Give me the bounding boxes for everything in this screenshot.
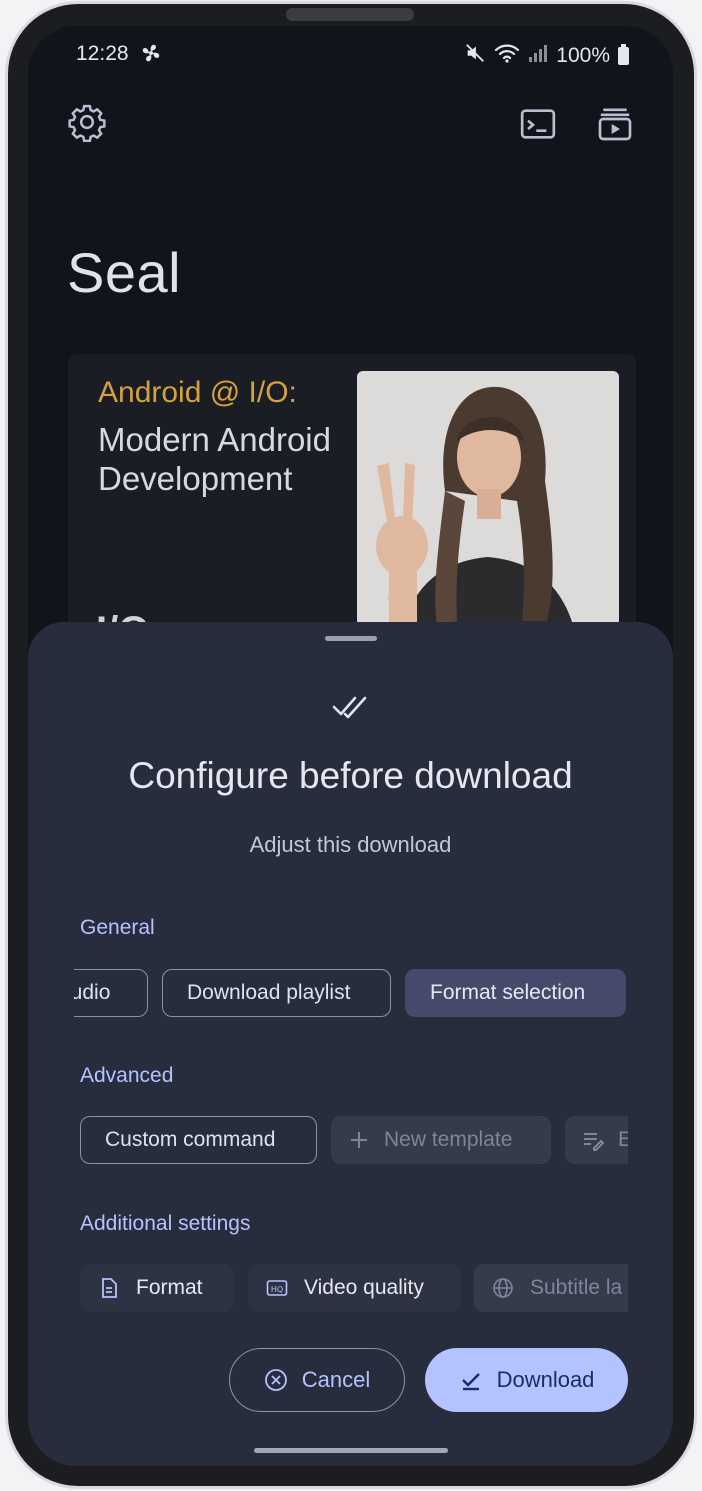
wifi-icon [494, 42, 520, 70]
plus-icon [348, 1129, 370, 1151]
section-general: General [80, 916, 155, 939]
download-button[interactable]: Download [425, 1348, 628, 1412]
gesture-nav-bar[interactable] [254, 1448, 448, 1453]
presenter-photo [357, 371, 619, 651]
sheet-subtitle: Adjust this download [249, 832, 452, 857]
video-thumbnail-card[interactable]: Android @ I/O: Modern Android Developmen… [68, 354, 636, 654]
sheet-drag-handle[interactable] [325, 636, 377, 641]
section-advanced: Advanced [80, 1064, 174, 1087]
double-check-icon [330, 690, 372, 722]
phone-speaker [286, 8, 414, 21]
chip-format[interactable]: Format [80, 1264, 234, 1312]
chip-video-quality[interactable]: HQ Video quality [248, 1264, 461, 1312]
hq-icon: HQ [266, 1277, 288, 1299]
chip-edit-templates[interactable]: E [565, 1116, 628, 1164]
chip-extract-audio[interactable]: audio [74, 969, 148, 1017]
app-title: Seal [67, 241, 182, 304]
status-time: 12:28 [76, 42, 129, 65]
chip-custom-command[interactable]: Custom command [80, 1116, 317, 1164]
status-bar: 12:28 100% [28, 26, 673, 82]
battery-icon [618, 44, 629, 65]
signal-icon [528, 43, 548, 69]
video-card-headline: Modern Android Development [98, 421, 331, 497]
video-card-label: Android @ I/O: [98, 376, 297, 409]
fan-icon [140, 42, 162, 70]
cancel-button[interactable]: Cancel [229, 1348, 405, 1412]
sheet-title: Configure before download [128, 755, 573, 796]
status-indicators: 100% [464, 42, 629, 70]
terminal-icon[interactable] [518, 104, 558, 144]
svg-text:HQ: HQ [271, 1285, 283, 1294]
phone-screen: 12:28 100% Seal Android @ I/O: Modern An… [28, 26, 673, 1466]
playlist-icon[interactable] [595, 104, 635, 144]
chip-download-playlist[interactable]: Download playlist [162, 969, 391, 1017]
cancel-circle-icon [264, 1368, 288, 1392]
general-chip-row[interactable]: audio Download playlist Format selection [74, 969, 628, 1025]
chip-format-selection[interactable]: Format selection [405, 969, 626, 1017]
edit-list-icon [582, 1129, 605, 1151]
additional-chip-row[interactable]: Format HQ Video quality Subtitle la [74, 1264, 628, 1320]
file-icon [98, 1277, 120, 1299]
mute-icon [464, 42, 486, 70]
globe-icon [492, 1277, 514, 1299]
download-config-sheet: Configure before download Adjust this do… [28, 622, 673, 1466]
chip-subtitle-language[interactable]: Subtitle la [474, 1264, 628, 1312]
battery-percent: 100% [556, 44, 610, 67]
advanced-chip-row[interactable]: Custom command New template E [74, 1116, 628, 1172]
gear-icon[interactable] [67, 102, 107, 143]
chip-new-template[interactable]: New template [331, 1116, 551, 1164]
section-additional-settings: Additional settings [80, 1212, 251, 1235]
check-icon [459, 1368, 483, 1392]
